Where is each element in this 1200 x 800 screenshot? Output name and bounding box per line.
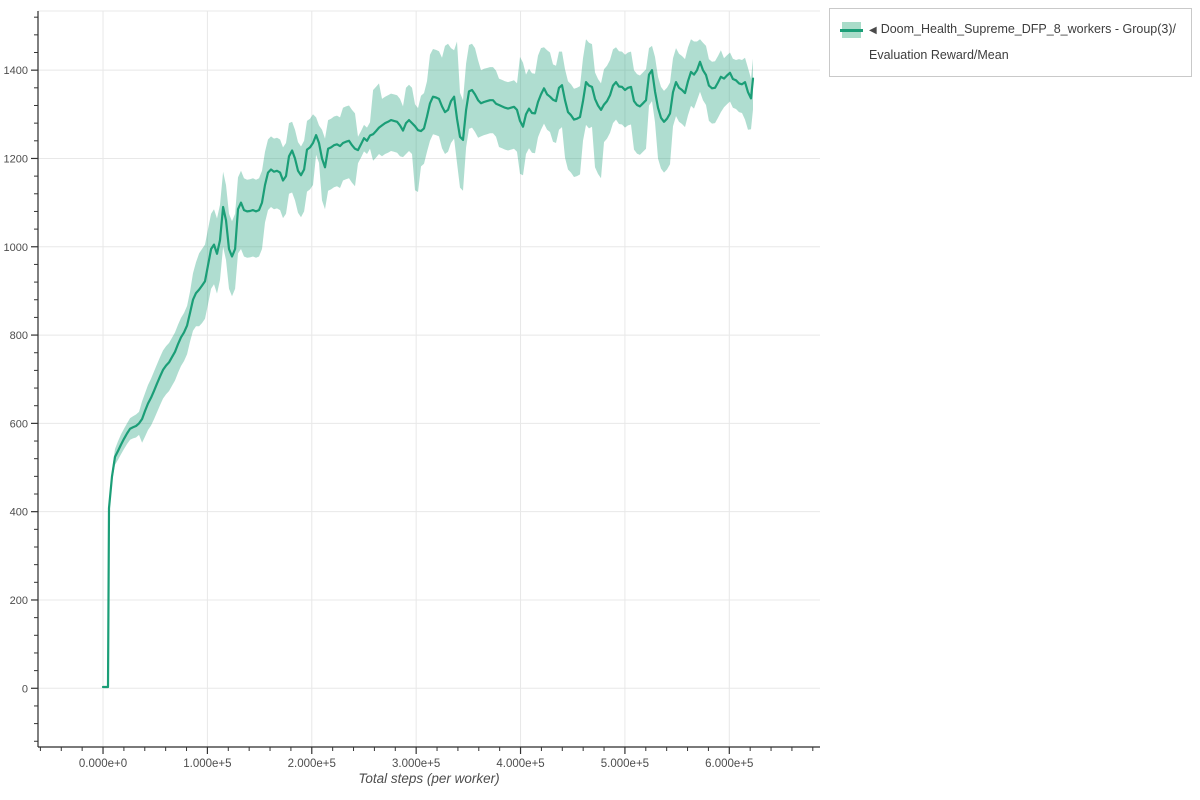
- band-layer: [103, 39, 753, 687]
- legend[interactable]: ◀Doom_Health_Supreme_DFP_8_workers - Gro…: [829, 8, 1192, 77]
- y-tick-label: 1400: [4, 65, 28, 77]
- y-tick-label: 1000: [4, 242, 28, 254]
- y-tick-label: 400: [10, 507, 28, 519]
- x-tick-label: 4.000e+5: [496, 758, 544, 770]
- y-tick-label: 200: [10, 595, 28, 607]
- legend-label: ◀Doom_Health_Supreme_DFP_8_workers - Gro…: [869, 17, 1181, 68]
- x-tick-label: 3.000e+5: [392, 758, 440, 770]
- x-tick-label: 6.000e+5: [705, 758, 753, 770]
- tick-labels-layer: 0.000e+0 1.000e+5 2.000e+5 3.000e+5 4.000e+5…: [4, 65, 754, 770]
- mean-line: [103, 62, 753, 687]
- chart-canvas[interactable]: 0.000e+0 1.000e+5 2.000e+5 3.000e+5 4.000e+5…: [0, 0, 1200, 800]
- legend-collapse-icon[interactable]: ◀: [869, 25, 877, 36]
- y-tick-label: 800: [10, 330, 28, 342]
- legend-item[interactable]: ◀Doom_Health_Supreme_DFP_8_workers - Gro…: [840, 17, 1181, 68]
- line-layer: [103, 62, 753, 687]
- legend-series-label: Doom_Health_Supreme_DFP_8_workers - Grou…: [869, 22, 1176, 62]
- legend-line-swatch: [840, 29, 863, 32]
- x-tick-label: 2.000e+5: [288, 758, 336, 770]
- y-tick-label: 0: [22, 683, 28, 695]
- x-tick-label: 0.000e+0: [79, 758, 127, 770]
- figure: 0.000e+0 1.000e+5 2.000e+5 3.000e+5 4.000e+5…: [0, 0, 1200, 800]
- legend-series-swatch-icon: [842, 22, 861, 38]
- x-tick-label: 1.000e+5: [183, 758, 231, 770]
- confidence-band: [103, 39, 753, 687]
- y-tick-label: 600: [10, 418, 28, 430]
- x-tick-label: 5.000e+5: [601, 758, 649, 770]
- y-tick-label: 1200: [4, 153, 28, 165]
- x-axis-title: Total steps (per worker): [38, 771, 820, 786]
